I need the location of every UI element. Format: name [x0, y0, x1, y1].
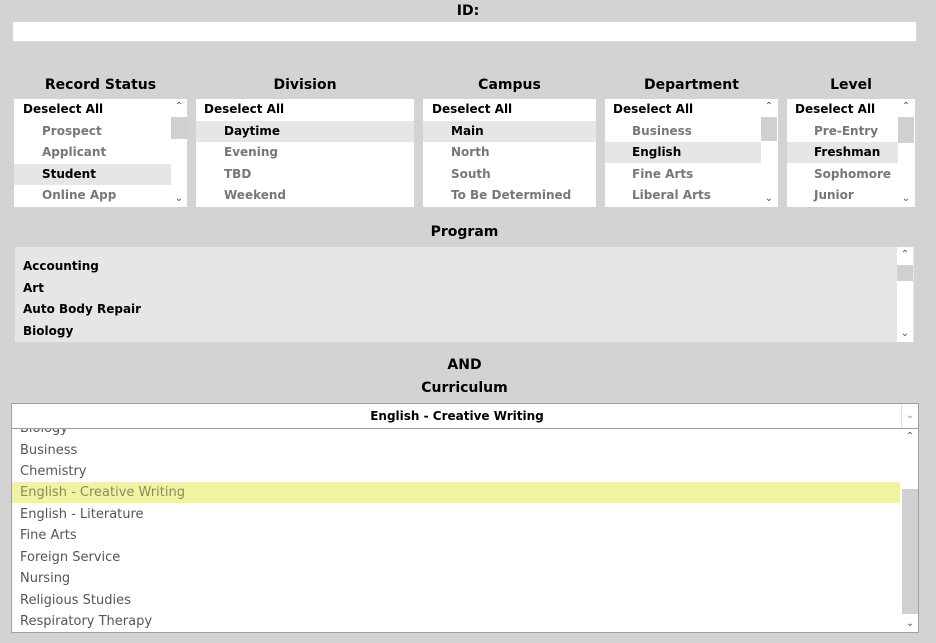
campus-list[interactable]: Deselect All Main North South To Be Dete… — [423, 99, 596, 207]
department-list[interactable]: Deselect All Business English Fine Arts … — [605, 99, 778, 207]
chevron-up-icon[interactable]: ⌃ — [902, 429, 918, 445]
level-list[interactable]: Deselect All Pre-Entry Freshman Sophomor… — [787, 99, 915, 207]
curriculum-item[interactable]: Chemistry — [12, 461, 900, 482]
chevron-down-icon[interactable]: ⌄ — [171, 191, 187, 207]
id-field[interactable] — [12, 21, 917, 42]
level-item[interactable]: Freshman — [787, 142, 899, 163]
curriculum-list[interactable]: Biology Business Chemistry English - Cre… — [11, 429, 919, 633]
program-item[interactable]: Biology — [15, 321, 883, 342]
curriculum-item[interactable]: Fine Arts — [12, 525, 900, 546]
scroll-thumb[interactable] — [171, 117, 187, 139]
campus-item[interactable]: To Be Determined — [423, 185, 596, 206]
curriculum-item[interactable]: English - Literature — [12, 504, 900, 525]
level-item[interactable]: Pre-Entry — [787, 121, 899, 142]
division-item[interactable]: Weekend — [196, 185, 414, 206]
program-scrollbar[interactable]: ⌃ ⌄ — [897, 247, 913, 342]
scroll-thumb[interactable] — [897, 265, 913, 281]
scroll-thumb[interactable] — [902, 489, 918, 614]
chevron-down-icon[interactable]: ⌄ — [901, 404, 918, 428]
record-status-item[interactable]: Prospect — [14, 121, 171, 142]
chevron-down-icon[interactable]: ⌄ — [761, 191, 777, 207]
and-label: AND — [447, 357, 482, 373]
curriculum-scrollbar[interactable]: ⌃ ⌄ — [902, 429, 918, 632]
division-item[interactable]: TBD — [196, 164, 414, 185]
curriculum-item[interactable]: Biology — [12, 429, 900, 439]
division-title: Division — [273, 77, 337, 93]
record-status-title: Record Status — [44, 77, 157, 93]
campus-item[interactable]: South — [423, 164, 596, 185]
record-status-deselect-all[interactable]: Deselect All — [14, 99, 180, 120]
curriculum-selected-value: English - Creative Writing — [370, 409, 544, 423]
program-title: Program — [430, 224, 499, 240]
curriculum-item[interactable]: Respiratory Therapy — [12, 611, 900, 632]
department-item[interactable]: Fine Arts — [605, 164, 761, 185]
level-item[interactable]: Junior — [787, 185, 899, 206]
department-deselect-all[interactable]: Deselect All — [605, 99, 761, 120]
campus-title: Campus — [478, 77, 541, 93]
id-label: ID: — [456, 3, 480, 19]
program-item[interactable]: Art — [15, 278, 883, 299]
curriculum-item[interactable]: Religious Studies — [12, 590, 900, 611]
chevron-up-icon[interactable]: ⌃ — [761, 99, 777, 115]
department-scrollbar[interactable]: ⌃ ⌄ — [761, 99, 777, 207]
curriculum-select[interactable]: English - Creative Writing ⌄ — [11, 403, 919, 429]
department-item[interactable]: English — [605, 142, 761, 163]
record-status-item[interactable]: Student — [14, 164, 171, 185]
curriculum-item[interactable]: Foreign Service — [12, 547, 900, 568]
level-scrollbar[interactable]: ⌃ ⌄ — [898, 99, 914, 207]
program-item[interactable]: Accounting — [15, 256, 883, 277]
campus-deselect-all[interactable]: Deselect All — [423, 99, 596, 120]
level-deselect-all[interactable]: Deselect All — [787, 99, 899, 120]
division-item[interactable]: Evening — [196, 142, 414, 163]
chevron-up-icon[interactable]: ⌃ — [897, 247, 913, 263]
chevron-down-icon[interactable]: ⌄ — [898, 191, 914, 207]
department-title: Department — [644, 77, 739, 93]
campus-item[interactable]: North — [423, 142, 596, 163]
division-item[interactable]: Daytime — [196, 121, 414, 142]
record-status-scrollbar[interactable]: ⌃ ⌄ — [171, 99, 187, 207]
record-status-item[interactable]: Applicant — [14, 142, 171, 163]
level-title: Level — [830, 77, 872, 93]
chevron-down-icon[interactable]: ⌄ — [897, 326, 913, 342]
division-list[interactable]: Deselect All Daytime Evening TBD Weekend — [196, 99, 414, 207]
curriculum-item[interactable]: Nursing — [12, 568, 900, 589]
record-status-item[interactable]: Online App — [14, 185, 171, 206]
program-item[interactable]: Auto Body Repair — [15, 299, 883, 320]
department-item[interactable]: Business — [605, 121, 761, 142]
program-list[interactable]: Accounting Art Auto Body Repair Biology … — [15, 247, 914, 342]
division-deselect-all[interactable]: Deselect All — [196, 99, 414, 120]
level-item[interactable]: Sophomore — [787, 164, 899, 185]
curriculum-item-highlighted[interactable]: English - Creative Writing — [12, 482, 900, 503]
chevron-up-icon[interactable]: ⌃ — [171, 99, 187, 115]
scroll-thumb[interactable] — [898, 117, 914, 143]
scroll-thumb[interactable] — [761, 117, 777, 141]
chevron-up-icon[interactable]: ⌃ — [898, 99, 914, 115]
curriculum-title: Curriculum — [421, 380, 508, 396]
curriculum-item[interactable]: Business — [12, 440, 900, 461]
record-status-list[interactable]: Deselect All Prospect Applicant Student … — [14, 99, 187, 207]
campus-item[interactable]: Main — [423, 121, 596, 142]
department-item[interactable]: Liberal Arts — [605, 185, 761, 206]
chevron-down-icon[interactable]: ⌄ — [902, 616, 918, 632]
